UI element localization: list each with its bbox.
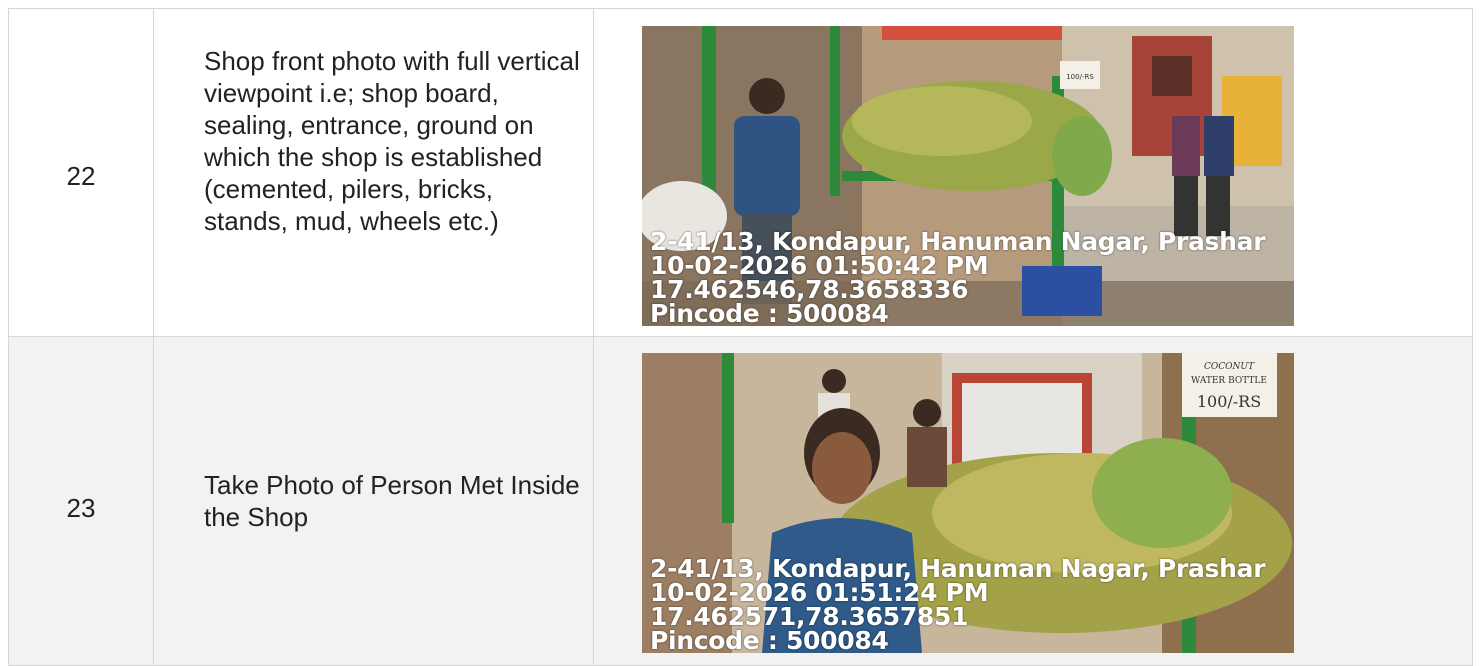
photo-coordinates-text: 17.462571,78.3657851	[650, 602, 969, 631]
row-description: Take Photo of Person Met Inside the Shop	[204, 470, 580, 532]
row-description: Shop front photo with full vertical view…	[204, 46, 580, 236]
row-number-cell: 22	[9, 9, 154, 336]
photo-pincode-text: Pincode : 500084	[650, 299, 889, 326]
photo-datetime-text: 10-02-2026 01:51:24 PM	[650, 578, 989, 607]
person-met-photo[interactable]: COCONUT WATER BOTTLE 100/-RS 2-41/13, Ko…	[642, 353, 1294, 653]
photo-address-text: 2-41/13, Kondapur, Hanuman Nagar, Prasha…	[650, 554, 1266, 583]
photo-coordinates-text: 17.462546,78.3658336	[650, 275, 969, 304]
row-number: 23	[66, 493, 96, 523]
price-sign-line1: COCONUT	[1204, 362, 1255, 372]
table-row: 23 Take Photo of Person Met Inside the S…	[8, 336, 1473, 666]
price-sign-text: 100/-RS	[1066, 73, 1094, 81]
photo-pincode-text: Pincode : 500084	[650, 626, 889, 653]
row-number: 22	[66, 161, 96, 191]
price-sign-line3: 100/-RS	[1197, 392, 1261, 411]
photo-datetime-text: 10-02-2026 01:50:42 PM	[650, 251, 989, 280]
row-photo-cell: COCONUT WATER BOTTLE 100/-RS 2-41/13, Ko…	[594, 337, 1472, 665]
shop-front-photo[interactable]: 100/-RS 2-41/13, Kondapur, Hanuman Nagar…	[642, 26, 1294, 326]
row-description-cell: Shop front photo with full vertical view…	[154, 9, 594, 336]
price-sign-line2: WATER BOTTLE	[1191, 376, 1267, 386]
row-photo-cell: 100/-RS 2-41/13, Kondapur, Hanuman Nagar…	[594, 9, 1472, 336]
row-number-cell: 23	[9, 337, 154, 665]
photo-address-text: 2-41/13, Kondapur, Hanuman Nagar, Prasha…	[650, 227, 1266, 256]
row-description-cell: Take Photo of Person Met Inside the Shop	[154, 337, 594, 665]
table-row: 22 Shop front photo with full vertical v…	[8, 8, 1473, 337]
